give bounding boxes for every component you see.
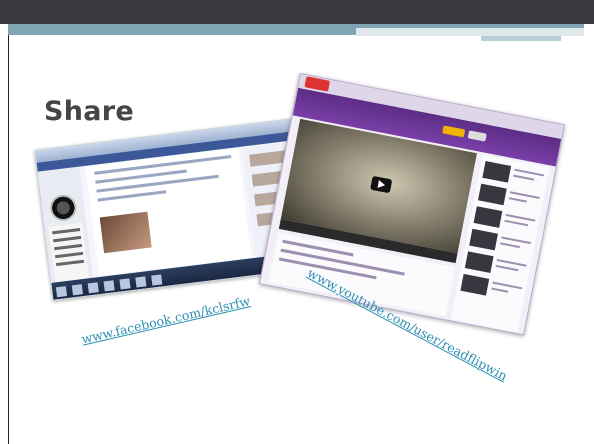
slide-top-bar [0,0,594,24]
slide-title: Share [44,96,135,127]
play-icon [370,175,393,194]
slide-left-border [8,35,9,444]
youtube-screenshot [258,73,566,336]
facebook-profile-column [37,166,94,287]
facebook-wall [85,148,252,277]
wall-photo [99,211,152,254]
profile-badge [48,222,90,287]
profile-avatar-icon [48,193,78,223]
slide-accent-stripe [481,36,561,41]
presentation-slide: Share www.facebook.com/kclsrfw www.youtu… [0,0,594,444]
facebook-link[interactable]: www.facebook.com/kclsrfw [80,293,251,346]
slide-accent-band-highlight [356,28,584,36]
